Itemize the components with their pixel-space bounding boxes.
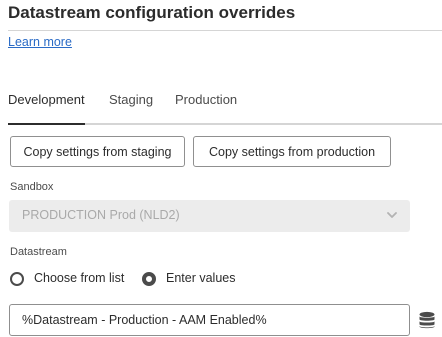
datastream-label: Datastream	[10, 246, 67, 258]
chevron-down-icon	[387, 212, 397, 218]
choose-from-list-label: Choose from list	[34, 271, 125, 285]
enter-values-radio[interactable]	[142, 272, 156, 286]
title-divider	[8, 30, 442, 31]
tab-development[interactable]: Development	[8, 92, 85, 107]
tab-staging[interactable]: Staging	[109, 92, 153, 107]
datastream-value-input[interactable]	[9, 304, 410, 336]
sandbox-select: PRODUCTION Prod (NLD2)	[9, 200, 410, 232]
enter-values-label: Enter values	[166, 271, 236, 285]
sandbox-label: Sandbox	[10, 181, 54, 193]
environment-tabs: Development Staging Production	[8, 88, 442, 125]
copy-from-production-button[interactable]: Copy settings from production	[193, 136, 391, 167]
choose-from-list-radio[interactable]	[10, 272, 24, 286]
database-icon[interactable]	[418, 311, 436, 329]
learn-more-link[interactable]: Learn more	[8, 35, 72, 49]
copy-from-staging-button[interactable]: Copy settings from staging	[10, 136, 185, 167]
sandbox-select-value: PRODUCTION Prod (NLD2)	[22, 208, 180, 222]
active-tab-indicator	[8, 123, 85, 125]
page-title: Datastream configuration overrides	[8, 3, 296, 22]
tab-production[interactable]: Production	[175, 92, 237, 107]
